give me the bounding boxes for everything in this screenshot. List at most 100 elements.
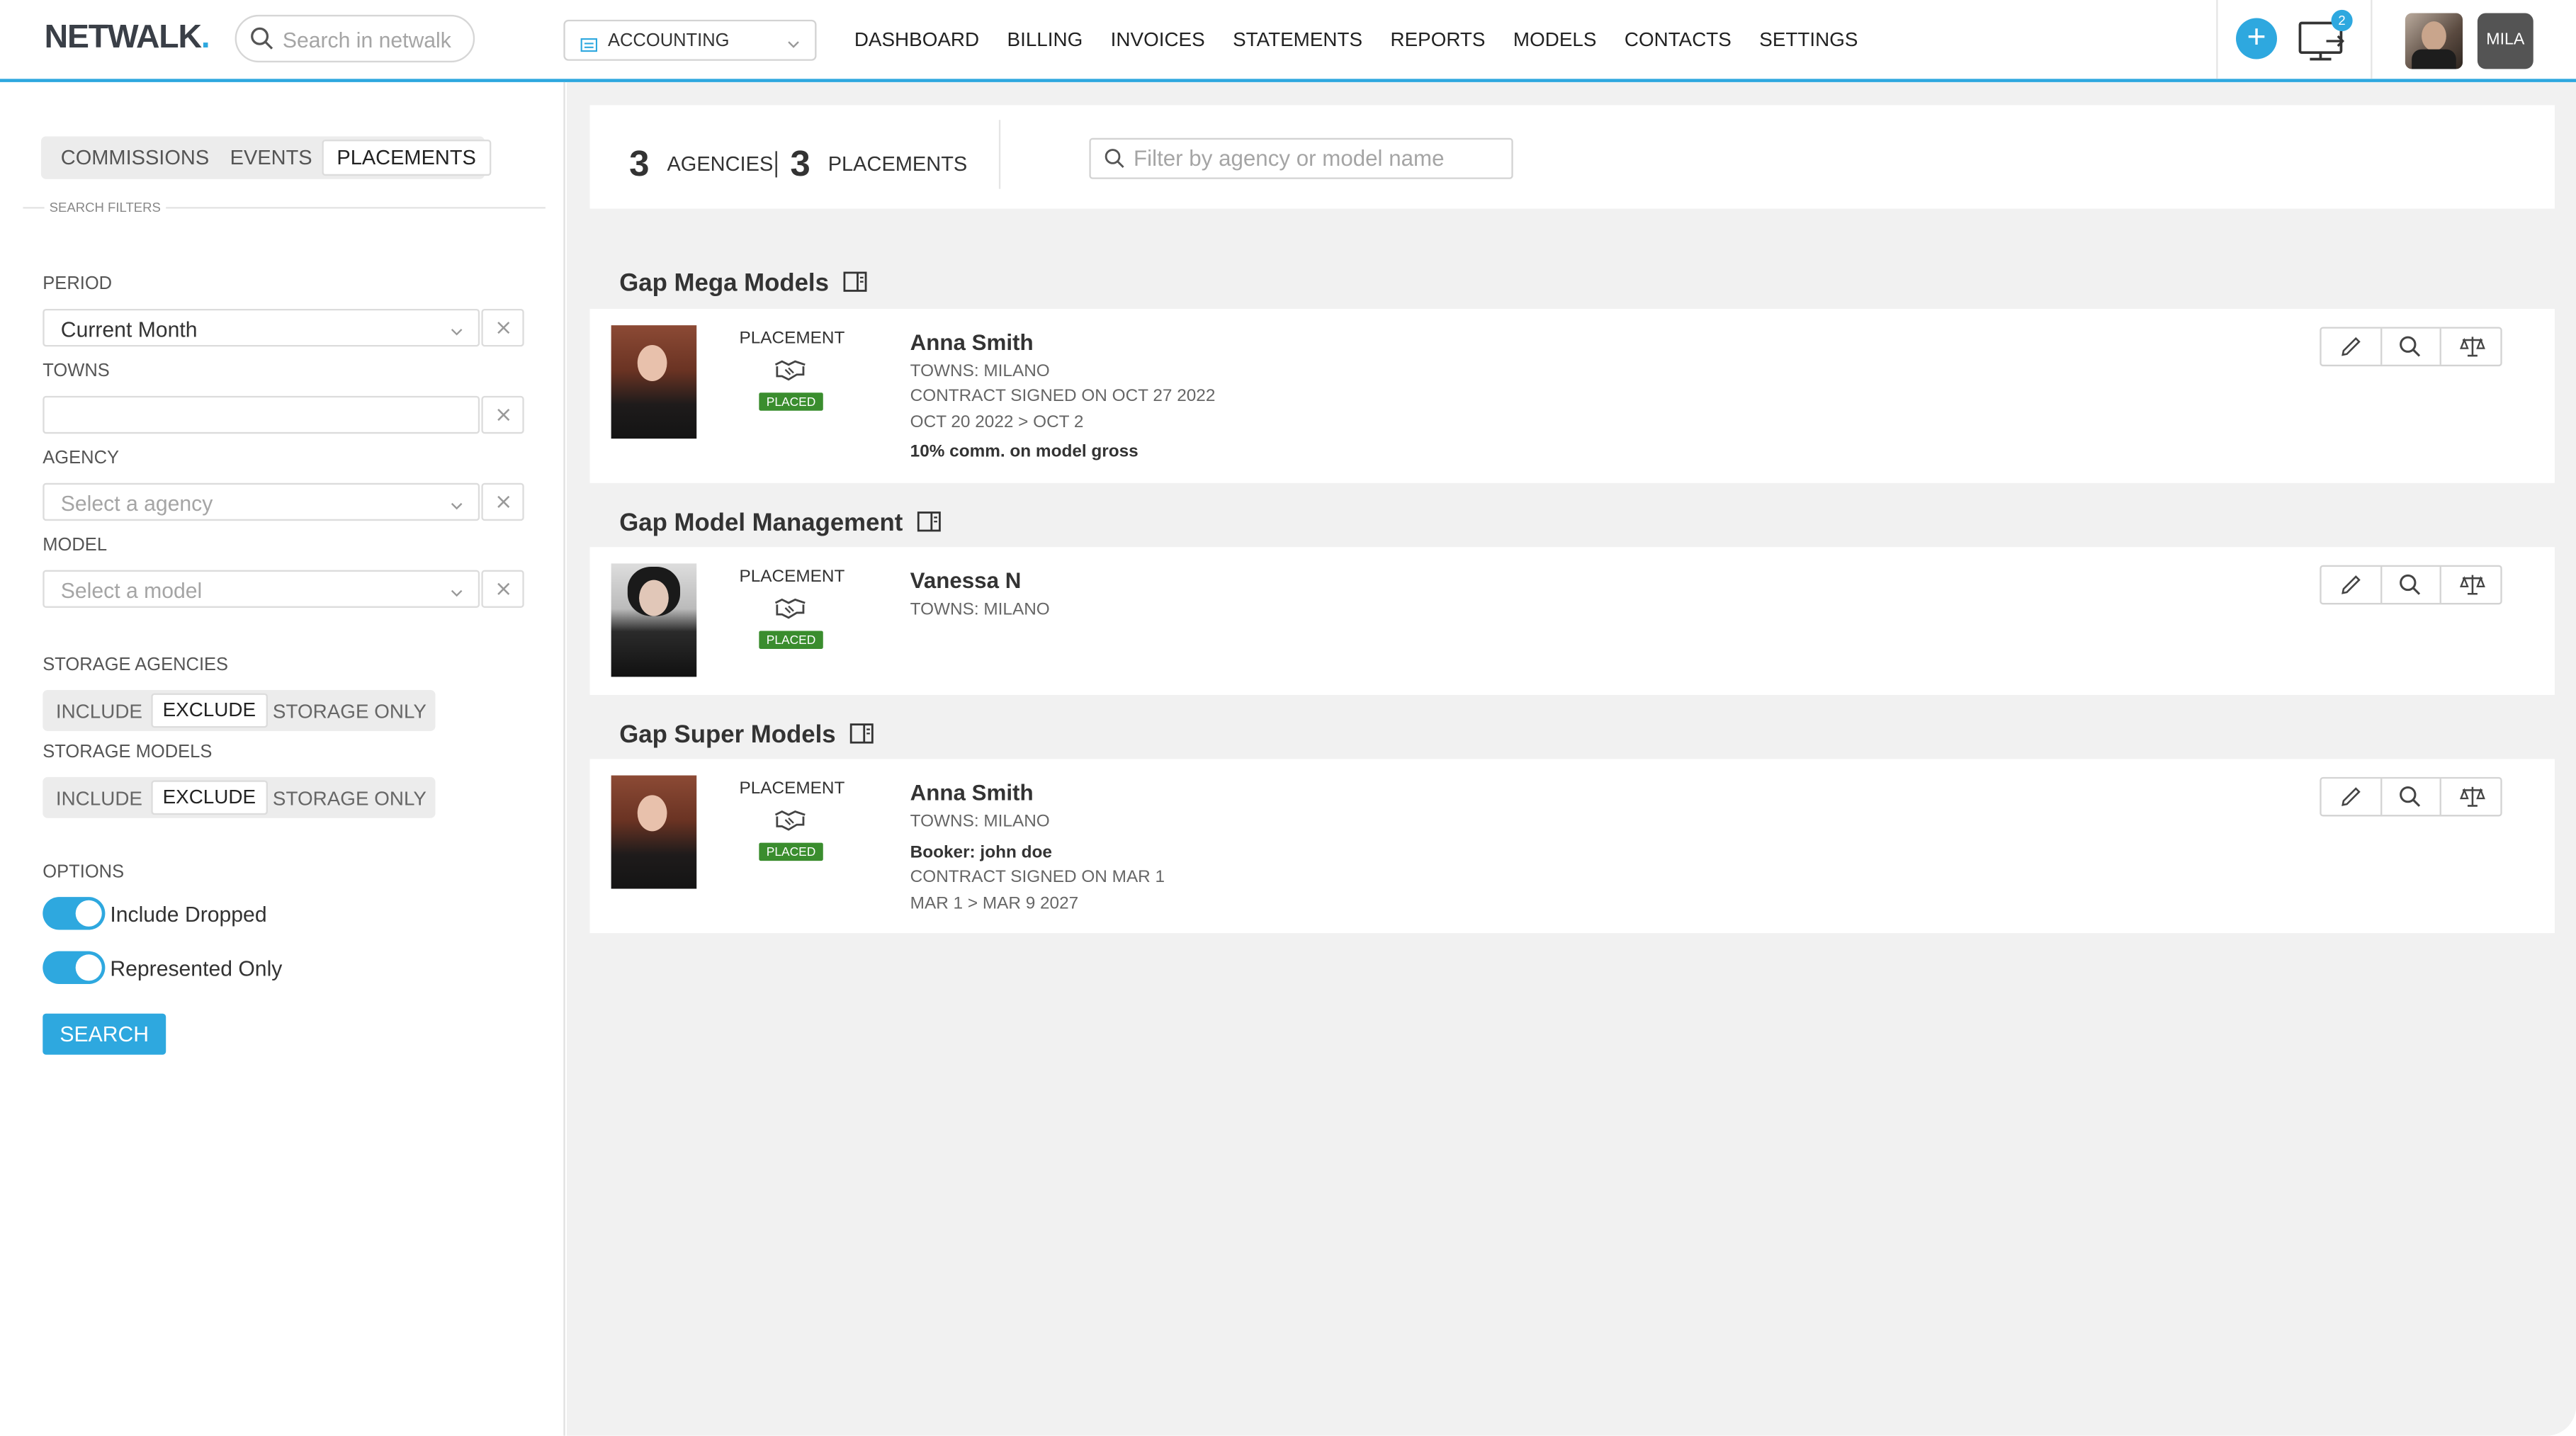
placement-card[interactable]: PLACEMENT PLACED Vanessa N TOWNS: MILANO (589, 547, 2555, 695)
period-select[interactable]: Current Month (43, 308, 480, 347)
model-photo (611, 563, 697, 677)
notifications-button[interactable]: 2 (2297, 9, 2353, 72)
placement-card[interactable]: PLACEMENT PLACED Anna Smith TOWNS: MILAN… (589, 759, 2555, 934)
storage-agencies-toggle: INCLUDE EXCLUDE STORAGE ONLY (43, 689, 436, 731)
options-label: OPTIONS (43, 862, 125, 883)
storage-agencies-storage-only[interactable]: STORAGE ONLY (273, 700, 426, 723)
period-label: PERIOD (43, 274, 113, 295)
user-avatar[interactable] (2405, 13, 2463, 69)
represented-only-label: Represented Only (110, 956, 283, 981)
workspace-badge[interactable]: MILA (2477, 13, 2533, 69)
close-icon (494, 402, 512, 430)
card-actions (2320, 327, 2502, 367)
search-icon (1104, 148, 1125, 178)
netwalk-logo[interactable]: NETWALK. (45, 20, 210, 57)
search-button[interactable]: SEARCH (43, 1013, 166, 1055)
agency-select[interactable]: Select a agency (43, 482, 480, 521)
towns-input[interactable] (43, 395, 480, 434)
dates-text: MAR 1 > MAR 9 2027 (910, 893, 1079, 914)
clear-towns-button[interactable] (481, 395, 524, 434)
pencil-icon (2341, 787, 2361, 806)
nav-dashboard[interactable]: DASHBOARD (854, 28, 979, 50)
building-icon (580, 31, 599, 61)
handshake-icon (774, 358, 806, 390)
nav-contacts[interactable]: CONTACTS (1625, 28, 1732, 50)
balance-button[interactable] (2443, 567, 2502, 603)
clear-model-button[interactable] (481, 570, 524, 608)
model-name[interactable]: Anna Smith (910, 330, 1034, 355)
global-search-placeholder: Search in netwalk (282, 28, 451, 53)
pencil-icon (2341, 575, 2361, 594)
agency-label: AGENCY (43, 448, 120, 468)
placements-label: PLACEMENTS (827, 152, 968, 176)
storage-models-exclude[interactable]: EXCLUDE (151, 780, 268, 815)
edit-button[interactable] (2322, 329, 2380, 365)
search-icon (2400, 574, 2421, 595)
period-value: Current Month (60, 317, 198, 342)
represented-only-toggle[interactable] (43, 951, 106, 985)
model-name[interactable]: Anna Smith (910, 780, 1034, 805)
add-button[interactable]: + (2236, 18, 2277, 60)
balance-button[interactable] (2443, 329, 2502, 365)
placement-card[interactable]: PLACEMENT PLACED Anna Smith TOWNS: MILAN… (589, 308, 2555, 483)
search-icon (2400, 786, 2421, 807)
storage-models-include[interactable]: INCLUDE (56, 787, 142, 810)
nav-reports[interactable]: REPORTS (1390, 28, 1485, 50)
app-window: NETWALK. Search in netwalk ACCOUNTING DA… (0, 0, 2576, 1436)
include-dropped-toggle[interactable] (43, 897, 106, 930)
status-badge: PLACED (759, 842, 823, 861)
divider (2371, 0, 2373, 79)
handshake-icon (774, 808, 806, 839)
towns-text: TOWNS: MILANO (910, 599, 1050, 620)
divider (2216, 0, 2218, 79)
chevron-down-icon (448, 580, 465, 610)
model-name[interactable]: Vanessa N (910, 568, 1022, 593)
view-button[interactable] (2380, 329, 2439, 365)
placement-label: PLACEMENT (739, 567, 845, 587)
nav-invoices[interactable]: INVOICES (1111, 28, 1205, 50)
tab-events[interactable]: EVENTS (230, 146, 312, 169)
context-selector[interactable]: ACCOUNTING (563, 19, 817, 61)
nav-billing[interactable]: BILLING (1007, 28, 1083, 50)
agency-title[interactable]: Gap Model Management (619, 509, 940, 537)
filters-sidebar: COMMISSIONS EVENTS PLACEMENTS SEARCH FIL… (0, 81, 565, 1436)
top-bar: NETWALK. Search in netwalk ACCOUNTING DA… (0, 0, 2576, 82)
model-select[interactable]: Select a model (43, 570, 480, 608)
towns-text: TOWNS: MILANO (910, 811, 1050, 832)
storage-models-storage-only[interactable]: STORAGE ONLY (273, 787, 426, 810)
tab-placements[interactable]: PLACEMENTS (322, 140, 491, 176)
storage-agencies-include[interactable]: INCLUDE (56, 700, 142, 723)
tab-commissions[interactable]: COMMISSIONS (61, 146, 209, 169)
agency-title[interactable]: Gap Super Models (619, 721, 874, 749)
edit-button[interactable] (2322, 567, 2380, 603)
close-icon (494, 490, 512, 517)
nav-statements[interactable]: STATEMENTS (1233, 28, 1362, 50)
chevron-down-icon (785, 31, 801, 61)
edit-button[interactable] (2322, 779, 2380, 815)
filter-input[interactable]: Filter by agency or model name (1089, 137, 1513, 179)
agency-title[interactable]: Gap Mega Models (619, 269, 866, 298)
search-filters-heading: SEARCH FILTERS (44, 200, 166, 215)
main-nav: DASHBOARD BILLING INVOICES STATEMENTS RE… (854, 28, 1886, 50)
search-icon (249, 26, 274, 59)
storage-models-toggle: INCLUDE EXCLUDE STORAGE ONLY (43, 776, 436, 818)
section-tabs: COMMISSIONS EVENTS PLACEMENTS (40, 136, 491, 179)
global-search-input[interactable]: Search in netwalk (235, 14, 475, 63)
clear-agency-button[interactable] (481, 482, 524, 521)
card-actions (2320, 776, 2502, 817)
view-button[interactable] (2380, 779, 2439, 815)
scale-icon (2459, 337, 2485, 357)
nav-settings[interactable]: SETTINGS (1759, 28, 1858, 50)
model-label: MODEL (43, 535, 108, 555)
agencies-label: AGENCIES (667, 152, 774, 176)
view-button[interactable] (2380, 567, 2439, 603)
close-icon (494, 577, 512, 604)
storage-agencies-exclude[interactable]: EXCLUDE (151, 693, 268, 728)
divider (998, 120, 1001, 189)
booker-text: Booker: john doe (910, 842, 1052, 863)
clear-period-button[interactable] (481, 308, 524, 347)
balance-button[interactable] (2443, 779, 2502, 815)
card-actions (2320, 565, 2502, 605)
nav-models[interactable]: MODELS (1513, 28, 1597, 50)
model-placeholder: Select a model (60, 578, 203, 604)
